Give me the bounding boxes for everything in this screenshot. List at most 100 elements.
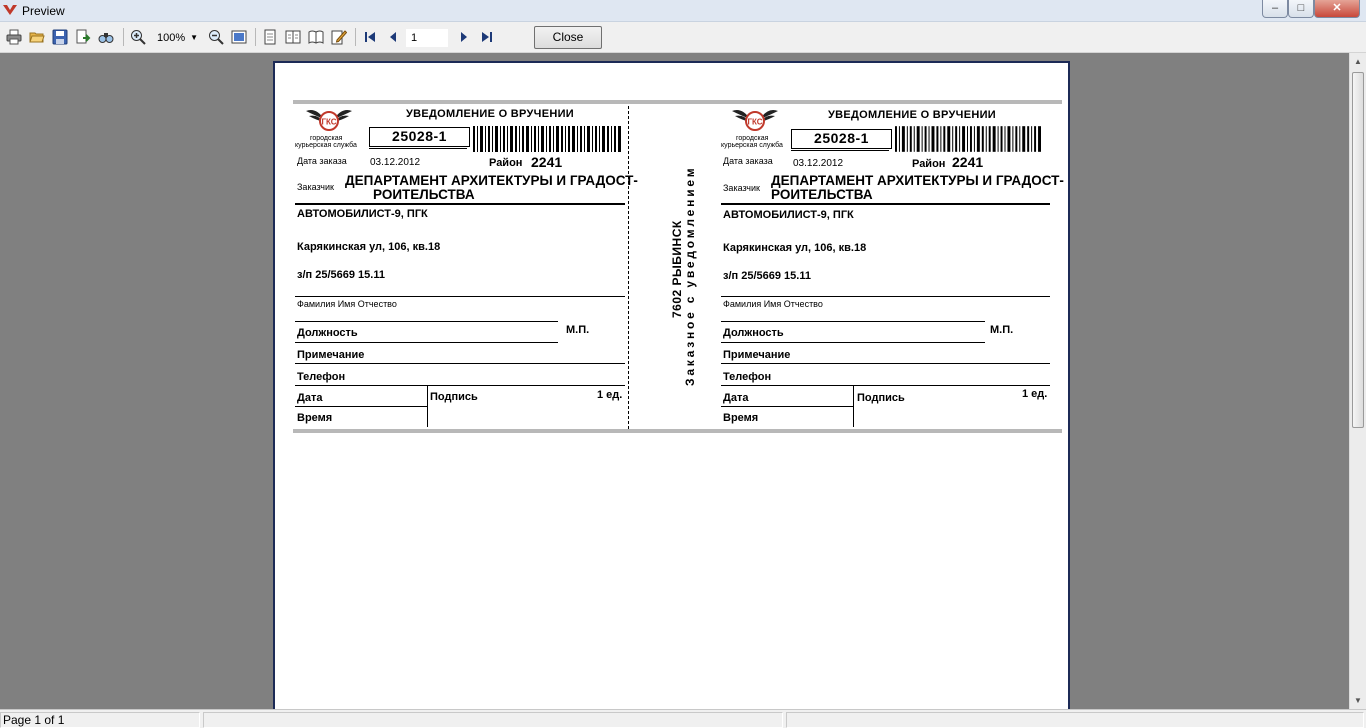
print-icon[interactable] (5, 29, 23, 45)
number-underline (791, 150, 889, 151)
phone-label: Телефон (723, 371, 772, 383)
logo-icon: ГКС (732, 110, 778, 131)
fio-label: Фамилия Имя Отчество (723, 299, 823, 309)
position-rule (721, 342, 985, 343)
note-rule (721, 363, 1050, 364)
fio-label: Фамилия Имя Отчество (297, 299, 397, 309)
seal-label: М.П. (990, 324, 1014, 336)
recipient-name: АВТОМОБИЛИСТ-9, ПГК (297, 208, 428, 220)
logo-mark: ГКС (747, 118, 762, 127)
find-icon[interactable] (97, 29, 115, 45)
scroll-thumb[interactable] (1352, 72, 1364, 428)
order-number: 25028-1 (791, 129, 892, 149)
time-label: Время (723, 412, 759, 424)
signature-divider (427, 385, 428, 427)
title-bar: Preview – □ ✕ (0, 0, 1366, 22)
vertical-scrollbar[interactable]: ▲ ▼ (1349, 53, 1366, 709)
preview-area[interactable]: ГКС городская курьерская служба УВЕДОМЛЕ… (0, 53, 1349, 709)
district-number: 2241 (952, 154, 984, 170)
notice-right: ГКС городская курьерская служба УВЕДОМЛЕ… (721, 104, 1064, 429)
customer-line1: ДЕПАРТАМЕНТ АРХИТЕКТУРЫ И ГРАДОСТ- (771, 173, 1064, 188)
fit-page-icon[interactable] (230, 29, 248, 45)
quantity: 1 ед. (597, 389, 623, 401)
note-rule (295, 363, 625, 364)
notice-header: УВЕДОМЛЕНИЕ О ВРУЧЕНИИ (828, 109, 996, 121)
customer-label: Заказчик (723, 183, 760, 193)
toolbar-separator (255, 28, 256, 46)
note-label: Примечание (297, 349, 365, 361)
zoom-out-icon[interactable] (207, 29, 225, 45)
notice-left: ГКС городская курьерская служба УВЕДОМЛЕ… (295, 104, 638, 429)
toolbar: 100% ▼ (0, 22, 1366, 53)
reference: з/п 25/5669 15.11 (723, 270, 811, 282)
fio-rule (295, 296, 625, 297)
open-icon[interactable] (28, 29, 46, 45)
customer-label: Заказчик (297, 182, 334, 192)
logo-line1: городская (310, 135, 343, 142)
seal-label: М.П. (566, 324, 590, 336)
order-date: 03.12.2012 (793, 158, 844, 169)
zoom-value: 100% (157, 32, 186, 44)
scroll-up-icon[interactable]: ▲ (1350, 53, 1366, 70)
recipient-address: Карякинская ул, 106, кв.18 (723, 242, 867, 254)
date-field-rule (721, 406, 854, 407)
district-label: Район (489, 157, 523, 169)
status-bar: Page 1 of 1 (0, 709, 1366, 728)
position-rule (295, 342, 558, 343)
signature-label: Подпись (430, 391, 478, 403)
edit-icon[interactable] (330, 29, 348, 45)
status-panel-2 (203, 712, 783, 728)
single-page-icon[interactable] (261, 29, 279, 45)
book-icon[interactable] (307, 29, 325, 45)
signature-label: Подпись (857, 392, 905, 404)
zoom-select[interactable]: 100% ▼ (152, 29, 202, 47)
order-number: 25028-1 (369, 127, 470, 147)
last-page-icon[interactable] (478, 29, 496, 45)
customer-rule (295, 203, 625, 205)
prev-page-icon[interactable] (384, 29, 402, 45)
chevron-down-icon: ▼ (190, 33, 198, 42)
save-icon[interactable] (51, 29, 69, 45)
two-pages-icon[interactable] (284, 29, 302, 45)
recipient-address: Карякинская ул, 106, кв.18 (297, 241, 441, 253)
district-number: 2241 (531, 154, 563, 170)
first-page-icon[interactable] (361, 29, 379, 45)
date-field-label: Дата (297, 392, 323, 404)
page-number-input[interactable] (406, 29, 448, 47)
logo-line1: городская (736, 135, 769, 142)
fio-underline (721, 321, 985, 322)
zoom-in-icon[interactable] (129, 29, 147, 45)
logo-line2: курьерская служба (721, 142, 783, 149)
phone-rule (721, 385, 1050, 386)
app-icon (3, 5, 17, 15)
preview-window: Preview – □ ✕ 100% ▼ Close (0, 0, 1366, 728)
toolbar-separator (355, 28, 356, 46)
spine-city: 7602 РЫБИНСК (670, 220, 684, 318)
fio-underline (295, 321, 558, 322)
spine-kind: Заказное с уведомлением (683, 165, 697, 386)
status-panel-3 (786, 712, 1364, 728)
next-page-icon[interactable] (455, 29, 473, 45)
maximize-button[interactable]: □ (1288, 0, 1314, 18)
barcode (473, 126, 621, 152)
position-label: Должность (297, 327, 358, 339)
export-icon[interactable] (74, 29, 92, 45)
customer-line1: ДЕПАРТАМЕНТ АРХИТЕКТУРЫ И ГРАДОСТ- (345, 173, 638, 188)
scroll-down-icon[interactable]: ▼ (1350, 692, 1366, 709)
window-close-button[interactable]: ✕ (1314, 0, 1360, 18)
toolbar-separator (123, 28, 124, 46)
date-label: Дата заказа (723, 156, 773, 166)
number-underline (369, 148, 467, 149)
minimize-button[interactable]: – (1262, 0, 1288, 18)
customer-line2: РОИТЕЛЬСТВА (373, 187, 475, 202)
page-info: Page 1 of 1 (0, 712, 200, 728)
logo-mark: ГКС (321, 118, 336, 127)
reference: з/п 25/5669 15.11 (297, 269, 385, 281)
date-field-label: Дата (723, 392, 749, 404)
date-label: Дата заказа (297, 156, 347, 166)
barcode (895, 126, 1041, 152)
quantity: 1 ед. (1022, 388, 1048, 400)
position-label: Должность (723, 327, 784, 339)
note-label: Примечание (723, 349, 791, 361)
close-button[interactable]: Close (534, 26, 602, 49)
